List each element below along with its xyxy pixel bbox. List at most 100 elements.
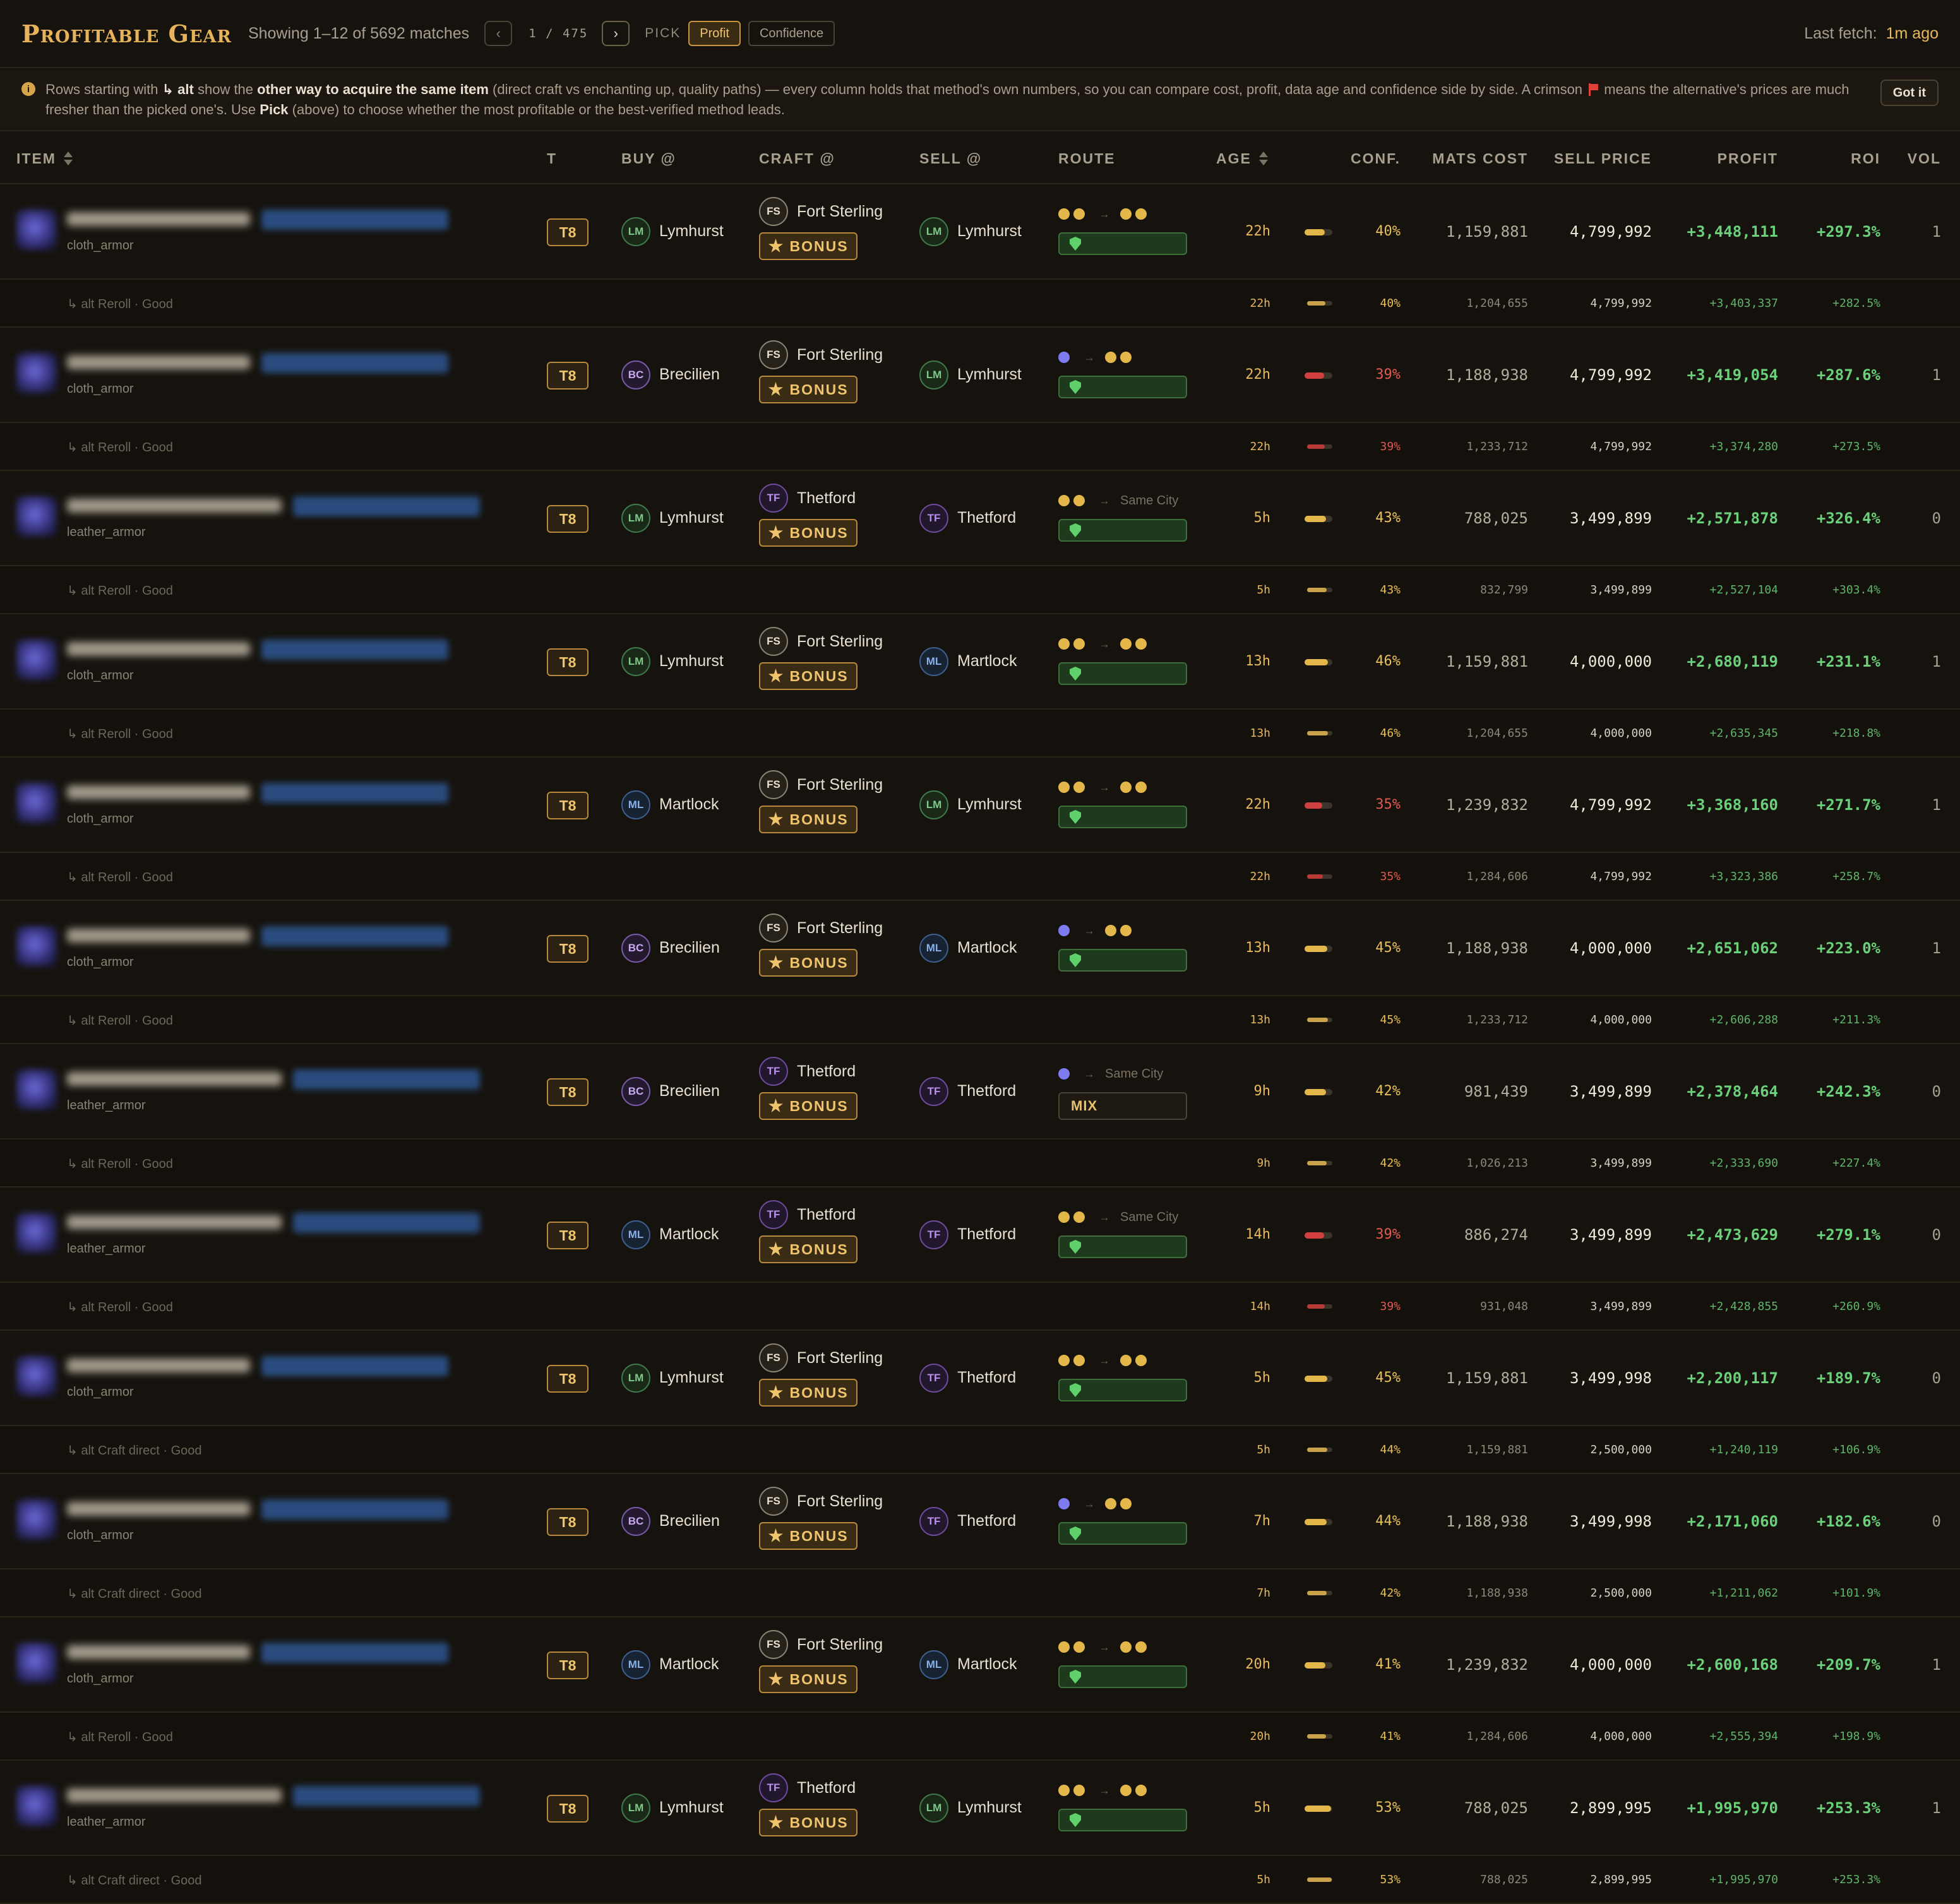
sell-cell: LM Lymhurst	[919, 758, 1022, 852]
table-row[interactable]: leather_armor T8 LM Lymhurst TF Thetford BONUS…	[0, 1761, 1960, 1856]
craft-city: FS Fort Sterling	[759, 197, 883, 226]
alt-confidence-bar	[1307, 588, 1332, 592]
city-name: Brecilien	[659, 366, 720, 383]
sell-price: 3,499,998	[1569, 1512, 1652, 1530]
alt-sell-price: 2,500,000	[1590, 1443, 1652, 1456]
verified-bar	[1058, 519, 1187, 542]
alt-sellprice-cell: 4,799,992	[1541, 423, 1652, 470]
roi-cell: +326.4%	[1793, 471, 1880, 565]
alt-row[interactable]: ↳ alt Reroll · Good 14h 39% 931,048 3,499,89…	[0, 1283, 1960, 1331]
verified-bar	[1058, 1665, 1187, 1688]
alt-age-cell: 22h	[1200, 853, 1270, 900]
route-arrow-icon: →	[1084, 1067, 1095, 1080]
age-cell: 22h	[1200, 328, 1270, 422]
craft-city: FS Fort Sterling	[759, 1487, 883, 1516]
market-dot-icon	[1120, 782, 1132, 793]
city-name: Lymhurst	[659, 509, 724, 527]
redacted-name	[67, 212, 250, 226]
market-dot-icon	[1120, 925, 1132, 936]
alt-mats-cost: 1,159,881	[1466, 1443, 1528, 1456]
sell-price: 4,000,000	[1569, 652, 1652, 670]
confidence-bar	[1305, 1232, 1332, 1239]
table-row[interactable]: leather_armor T8 ML Martlock TF Thetford BONUS…	[0, 1187, 1960, 1283]
route-arrow-icon: →	[1099, 780, 1110, 794]
verified-bar	[1058, 376, 1187, 398]
table-row[interactable]: cloth_armor T8 BC Brecilien FS Fort Sterling B…	[0, 328, 1960, 423]
sell-price: 3,499,899	[1569, 1082, 1652, 1100]
pick-profit-button[interactable]: Profit	[688, 21, 741, 46]
table-row[interactable]: cloth_armor T8 ML Martlock FS Fort Sterling BO…	[0, 1617, 1960, 1713]
city-badge: FS	[759, 913, 788, 943]
city-name: Thetford	[957, 509, 1017, 527]
table-row[interactable]: cloth_armor T8 ML Martlock FS Fort Sterling BO…	[0, 758, 1960, 853]
last-fetch-label: Last fetch:	[1804, 24, 1877, 42]
shield-icon	[1070, 237, 1081, 251]
craft-cell: FS Fort Sterling BONUS	[759, 913, 883, 977]
city-name: Lymhurst	[659, 1799, 724, 1816]
table-row[interactable]: leather_armor T8 LM Lymhurst TF Thetford BONUS…	[0, 471, 1960, 566]
col-item-header[interactable]: ITEM	[16, 133, 73, 184]
item-icon	[16, 210, 57, 250]
craft-city: TF Thetford	[759, 1057, 858, 1086]
redacted-name	[67, 1215, 282, 1229]
item-category: leather_armor	[67, 1815, 146, 1829]
alt-row[interactable]: ↳ alt Craft direct · Good 7h 42% 1,188,938 2…	[0, 1569, 1960, 1617]
alt-mats-cell: 931,048	[1414, 1283, 1528, 1330]
table-row[interactable]: cloth_armor T8 LM Lymhurst FS Fort Sterling BO…	[0, 184, 1960, 280]
market-dot-icon	[1120, 1498, 1132, 1509]
alt-age-cell: 5h	[1200, 1856, 1270, 1903]
prev-page-button[interactable]: ‹	[484, 21, 513, 46]
table-row[interactable]: leather_armor T8 BC Brecilien TF Thetford BONU…	[0, 1044, 1960, 1139]
alt-age-cell: 5h	[1200, 566, 1270, 613]
sellprice-cell: 2,899,995	[1541, 1761, 1652, 1855]
alt-row[interactable]: ↳ alt Reroll · Good 22h 35% 1,284,606 4,799,…	[0, 853, 1960, 901]
volume-value: 1	[1932, 939, 1941, 957]
bonus-label: BONUS	[789, 524, 849, 541]
table-row[interactable]: cloth_armor T8 LM Lymhurst FS Fort Sterling BO…	[0, 1331, 1960, 1426]
item-icon	[16, 926, 57, 967]
got-it-button[interactable]: Got it	[1880, 80, 1939, 106]
tier-badge: T8	[547, 1508, 589, 1536]
table-row[interactable]: cloth_armor T8 LM Lymhurst FS Fort Sterling BO…	[0, 614, 1960, 710]
table-row[interactable]: cloth_armor T8 BC Brecilien FS Fort Sterling B…	[0, 901, 1960, 996]
sell-city: LM Lymhurst	[919, 360, 1022, 390]
alt-row[interactable]: ↳ alt Reroll · Good 9h 42% 1,026,213 3,499,8…	[0, 1139, 1960, 1187]
item-icon	[16, 640, 57, 680]
pick-confidence-button[interactable]: Confidence	[748, 21, 835, 46]
app-root: Profitable Gear Showing 1–12 of 5692 mat…	[0, 0, 1960, 1904]
sellprice-cell: 3,499,899	[1541, 1187, 1652, 1282]
last-fetch: Last fetch: 1m ago	[1804, 25, 1939, 43]
age-value: 5h	[1253, 1370, 1271, 1386]
route-dots: → Same City	[1058, 1063, 1191, 1085]
alt-confidence-fill	[1307, 1877, 1332, 1882]
alt-row[interactable]: ↳ alt Reroll · Good 22h 39% 1,233,712 4,799,…	[0, 423, 1960, 471]
alt-confidence-value: 42%	[1380, 1586, 1401, 1600]
col-vol-header: VOL	[1907, 150, 1941, 167]
sell-cell: TF Thetford	[919, 1474, 1016, 1568]
alt-row[interactable]: ↳ alt Reroll · Good 5h 43% 832,799 3,499,899…	[0, 566, 1960, 614]
alt-row[interactable]: ↳ alt Reroll · Good 22h 40% 1,204,655 4,799,…	[0, 280, 1960, 328]
alt-row[interactable]: ↳ alt Craft direct · Good 5h 53% 788,025 2,8…	[0, 1856, 1960, 1904]
alt-row[interactable]: ↳ alt Reroll · Good 20h 41% 1,284,606 4,000,…	[0, 1713, 1960, 1761]
alt-row[interactable]: ↳ alt Reroll · Good 13h 45% 1,233,712 4,000,…	[0, 996, 1960, 1044]
city-name: Lymhurst	[957, 222, 1022, 240]
col-age-header[interactable]: AGE	[1216, 133, 1268, 184]
alt-sellprice-cell: 2,500,000	[1541, 1569, 1652, 1616]
buy-cell: LM Lymhurst	[621, 614, 724, 708]
mats-cell: 1,188,938	[1414, 901, 1528, 995]
alt-row[interactable]: ↳ alt Craft direct · Good 5h 44% 1,159,881 2…	[0, 1426, 1960, 1474]
redacted-name	[67, 785, 250, 799]
alt-sell-price: 2,500,000	[1590, 1586, 1652, 1600]
item-category: leather_armor	[67, 525, 146, 539]
age-value: 22h	[1245, 367, 1270, 383]
alt-sell-price: 4,000,000	[1590, 1729, 1652, 1743]
alt-row[interactable]: ↳ alt Reroll · Good 13h 46% 1,204,655 4,000,…	[0, 710, 1960, 758]
bonus-badge: BONUS	[759, 376, 858, 403]
bonus-badge: BONUS	[759, 1235, 858, 1263]
table-row[interactable]: cloth_armor T8 BC Brecilien FS Fort Sterling B…	[0, 1474, 1960, 1569]
profit-cell: +2,378,464	[1667, 1044, 1779, 1138]
col-sell-header: SELL @	[919, 150, 983, 167]
sell-price: 4,799,992	[1569, 222, 1652, 241]
redacted-name	[67, 1645, 250, 1659]
next-page-button[interactable]: ›	[602, 21, 630, 46]
